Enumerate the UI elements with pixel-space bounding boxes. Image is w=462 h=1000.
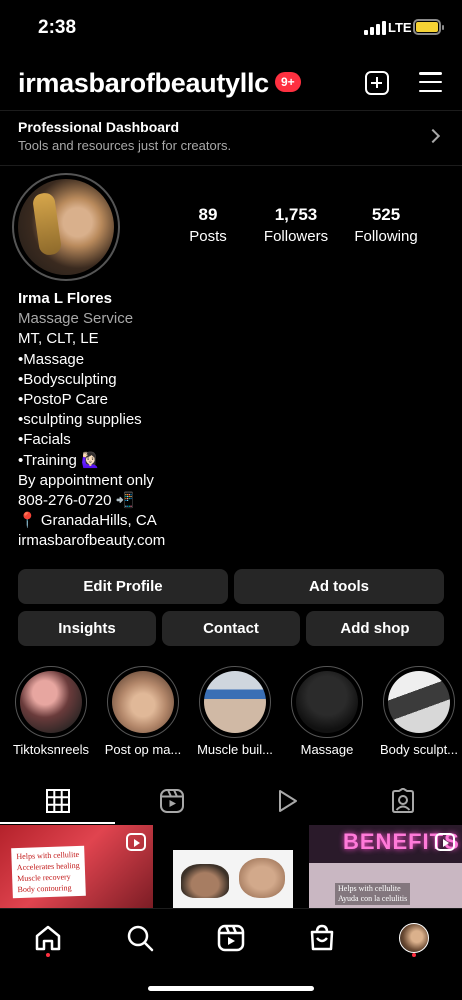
highlight-label: Body sculpt... xyxy=(379,742,459,757)
post-caption: Helps with cellulite Ayuda con la celuli… xyxy=(335,883,411,905)
highlight-cover xyxy=(296,671,358,733)
highlight-label: Massage xyxy=(300,742,354,757)
posts-grid: Helps with cellulite Accelerates healing… xyxy=(0,825,462,910)
bio-line: 📍 GranadaHills, CA xyxy=(18,512,157,530)
reels-tab-icon[interactable] xyxy=(159,788,185,814)
bio-line: •Training 🙋🏻‍♀️ xyxy=(18,451,100,469)
profile-category: Massage Service xyxy=(18,310,134,328)
status-time: 2:38 xyxy=(38,17,77,38)
highlight-label: Post op ma... xyxy=(104,742,182,757)
bio-line: •PostoP Care xyxy=(18,391,109,409)
bio-line: •Massage xyxy=(18,350,85,368)
profile-avatar[interactable] xyxy=(12,173,120,281)
content-tabs xyxy=(0,780,462,824)
profile-bio: Irma L Flores Massage Service MT, CLT, L… xyxy=(18,289,448,552)
contact-button[interactable]: Contact xyxy=(162,611,300,646)
bio-link[interactable]: irmasbarofbeauty.com xyxy=(18,531,448,551)
dashboard-title: Professional Dashboard xyxy=(18,119,180,135)
highlight-cover xyxy=(388,671,450,733)
grid-post[interactable] xyxy=(155,825,308,910)
highlight-muscle-building[interactable]: Muscle buil... xyxy=(197,666,273,757)
highlight-tiktoksnreels[interactable]: Tiktoksnreels xyxy=(13,666,89,757)
play-icon[interactable] xyxy=(274,788,300,814)
status-bar: 2:38 LTE xyxy=(0,0,462,54)
bio-line: •sculpting supplies xyxy=(18,411,142,429)
highlight-cover xyxy=(204,671,266,733)
chevron-right-icon xyxy=(425,128,441,144)
notification-badge[interactable]: 9+ xyxy=(275,72,301,92)
reel-icon xyxy=(126,833,146,851)
highlight-label: Muscle buil... xyxy=(197,742,273,757)
shop-icon[interactable] xyxy=(307,923,337,953)
bio-line: By appointment only xyxy=(18,471,154,489)
add-shop-button[interactable]: Add shop xyxy=(306,611,444,646)
signal-icon xyxy=(364,21,386,35)
network-type: LTE xyxy=(388,20,412,35)
bio-line: 808-276-0720 📲 xyxy=(18,492,135,510)
menu-icon[interactable] xyxy=(419,72,442,92)
bio-line: •Bodysculpting xyxy=(18,370,117,388)
reel-icon xyxy=(435,833,455,851)
stat-value: 89 xyxy=(198,205,218,224)
battery-icon xyxy=(413,19,444,35)
highlight-body-sculpting[interactable]: Body sculpt... xyxy=(380,666,458,757)
stat-value: 525 xyxy=(371,205,401,224)
profile-name: Irma L Flores xyxy=(18,290,112,307)
highlight-post-op[interactable]: Post op ma... xyxy=(105,666,181,757)
stat-label: Followers xyxy=(263,228,329,245)
grid-post[interactable]: BENEFITS Helps with cellulite Ayuda con … xyxy=(309,825,462,910)
search-icon[interactable] xyxy=(125,923,155,953)
home-indicator[interactable] xyxy=(148,986,314,991)
dashboard-subtitle: Tools and resources just for creators. xyxy=(18,138,232,153)
bio-line: •Facials xyxy=(18,431,71,449)
profile-notification-dot xyxy=(412,953,416,957)
edit-profile-button[interactable]: Edit Profile xyxy=(18,569,228,604)
highlight-label: Tiktoksnreels xyxy=(12,742,90,757)
grid-icon[interactable] xyxy=(45,788,71,814)
stat-following[interactable]: 525 Following xyxy=(348,205,424,245)
insights-button[interactable]: Insights xyxy=(18,611,156,646)
home-notification-dot xyxy=(46,953,50,957)
reels-icon[interactable] xyxy=(216,923,246,953)
create-post-icon[interactable] xyxy=(365,71,389,95)
home-icon[interactable] xyxy=(33,923,63,953)
stat-label: Following xyxy=(354,228,418,245)
stat-label: Posts xyxy=(189,228,227,245)
highlight-massage[interactable]: Massage xyxy=(290,666,364,757)
profile-header: irmasbarofbeautyllc 9+ xyxy=(0,60,462,106)
stat-posts[interactable]: 89 Posts xyxy=(177,205,239,245)
profile-avatar-icon[interactable] xyxy=(399,923,429,953)
active-tab-indicator xyxy=(0,822,115,824)
ad-tools-button[interactable]: Ad tools xyxy=(234,569,444,604)
bio-line: MT, CLT, LE xyxy=(18,330,99,348)
post-caption: Helps with cellulite Accelerates healing… xyxy=(11,845,86,899)
stat-value: 1,753 xyxy=(274,205,318,224)
grid-post[interactable]: Helps with cellulite Accelerates healing… xyxy=(0,825,153,910)
post-image xyxy=(173,850,293,910)
stat-followers[interactable]: 1,753 Followers xyxy=(258,205,334,245)
account-switcher[interactable]: irmasbarofbeautyllc xyxy=(18,68,269,99)
highlight-cover xyxy=(112,671,174,733)
tagged-icon[interactable] xyxy=(390,787,416,814)
professional-dashboard[interactable]: Professional Dashboard Tools and resourc… xyxy=(0,110,462,166)
avatar-image xyxy=(18,179,114,275)
highlight-cover xyxy=(20,671,82,733)
